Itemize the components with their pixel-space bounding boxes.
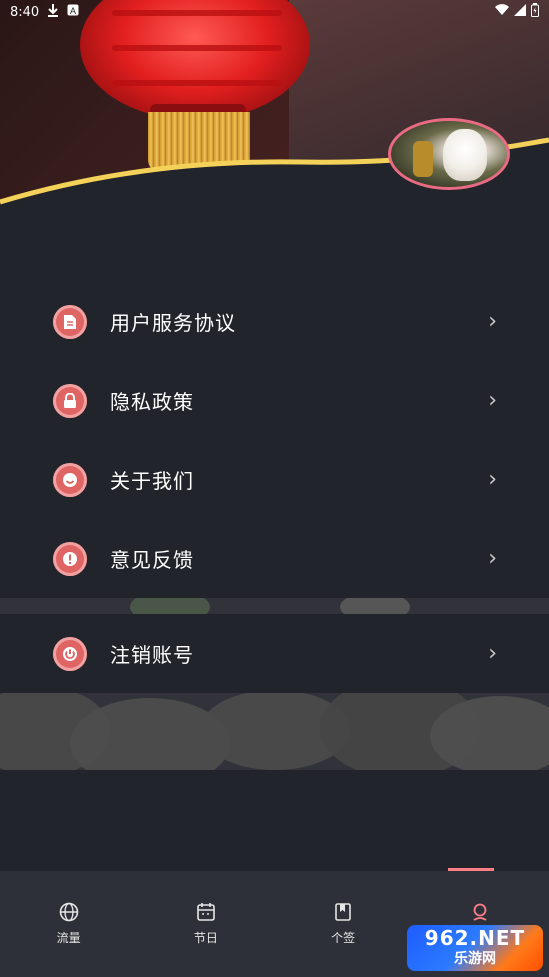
avatar[interactable] [388,118,510,190]
menu-item-deactivate-account[interactable]: 注销账号 › [0,614,549,693]
menu-item-feedback[interactable]: 意见反馈 › [0,519,549,598]
watermark-logo: 962.NET 乐游网 [407,925,543,971]
signal-icon [514,4,526,20]
watermark-bottom: 乐游网 [454,951,496,967]
menu-item-label: 意见反馈 [110,548,194,572]
tab-festivals[interactable]: 节日 [137,871,274,977]
tab-traffic[interactable]: 流量 [0,871,137,977]
lantern-ring [112,45,282,51]
tab-label: 流量 [56,931,81,945]
lock-icon [53,383,87,418]
wifi-icon [495,4,509,20]
lantern-ring [112,80,282,86]
status-bar: 8:40 A [0,0,549,24]
avatar-cat [443,129,487,181]
menu-item-label: 用户服务协议 [110,311,236,335]
tab-label: 个签 [331,931,356,945]
smile-icon [53,462,87,497]
profile-icon [469,901,491,923]
bookmark-icon [332,901,354,923]
header-banner [0,0,549,212]
alert-icon [53,541,87,576]
watermark-top: 962.NET [424,926,526,950]
menu-item-about-us[interactable]: 关于我们 › [0,440,549,519]
download-icon [47,3,59,21]
document-icon [53,304,87,339]
tab-label: 节日 [193,931,218,945]
chevron-right-icon: › [488,641,497,666]
globe-icon [58,901,80,923]
battery-icon [531,3,539,21]
chevron-right-icon: › [488,309,497,334]
menu-item-user-agreement[interactable]: 用户服务协议 › [0,282,549,361]
power-icon [53,636,87,671]
menu-item-label: 隐私政策 [110,390,194,414]
tab-signature[interactable]: 个签 [275,871,412,977]
a-icon: A [67,4,79,20]
chevron-right-icon: › [488,388,497,413]
calendar-icon [195,901,217,923]
chevron-right-icon: › [488,467,497,492]
menu-item-label: 注销账号 [110,643,194,667]
settings-menu: 用户服务协议 › 隐私政策 › 关于我们 › 意见反馈 › 注销账号 › [0,282,549,693]
status-left: 8:40 A [10,3,79,21]
avatar-decoration [413,141,433,177]
chevron-right-icon: › [488,546,497,571]
status-time: 8:40 [10,4,40,20]
menu-item-label: 关于我们 [110,469,194,493]
svg-text:A: A [70,6,76,16]
status-right [495,3,539,21]
menu-item-privacy-policy[interactable]: 隐私政策 › [0,361,549,440]
